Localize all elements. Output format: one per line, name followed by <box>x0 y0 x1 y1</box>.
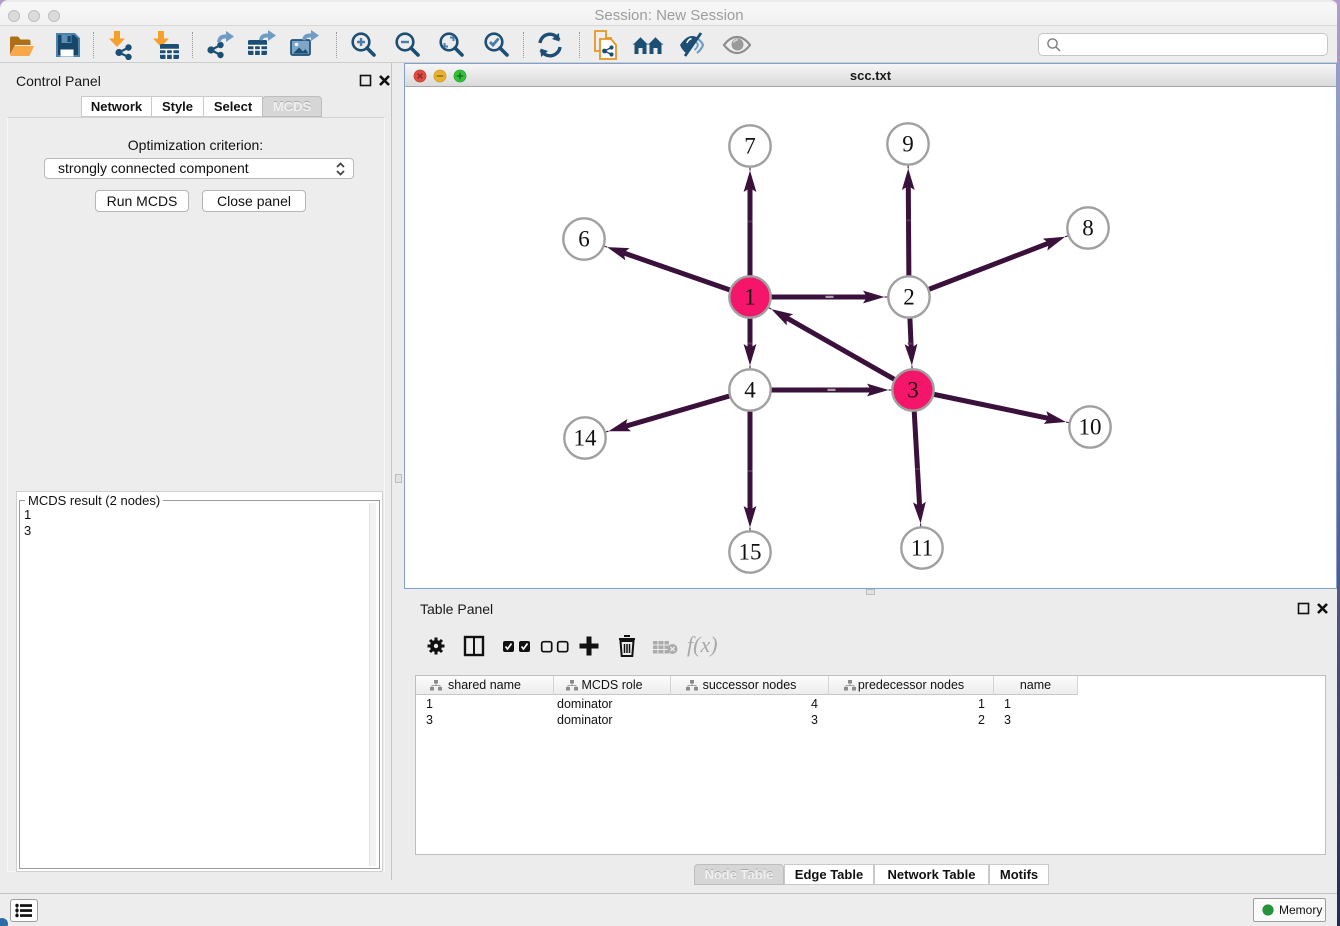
svg-text:4: 4 <box>744 378 756 403</box>
svg-text:9: 9 <box>902 132 914 157</box>
svg-text:3: 3 <box>907 378 919 403</box>
svg-text:15: 15 <box>739 540 762 565</box>
svg-text:7: 7 <box>744 134 756 159</box>
svg-text:1: 1 <box>744 285 756 310</box>
svg-text:6: 6 <box>578 227 590 252</box>
svg-text:8: 8 <box>1082 216 1094 241</box>
svg-text:2: 2 <box>903 285 915 310</box>
svg-text:14: 14 <box>574 426 598 451</box>
svg-text:11: 11 <box>911 536 933 561</box>
svg-text:10: 10 <box>1079 415 1102 440</box>
